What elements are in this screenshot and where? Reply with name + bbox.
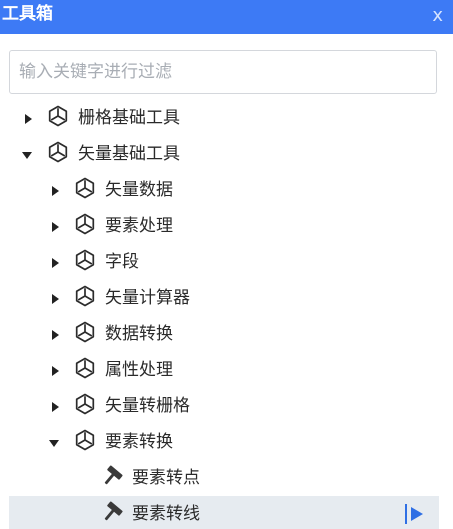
hammer-icon [100,500,124,524]
package-icon [73,176,97,200]
tree-item-label: 数据转换 [105,324,173,344]
caret-down-icon[interactable] [47,424,63,460]
tree-item-label: 矢量数据 [105,180,173,200]
package-icon [73,212,97,236]
tree-item-label: 栅格基础工具 [78,108,180,128]
tree-folder-item[interactable]: 矢量基础工具 [0,136,453,172]
package-icon [73,356,97,380]
tree-folder-item[interactable]: 要素转换 [0,424,453,460]
caret-right-icon[interactable] [47,316,63,352]
close-icon[interactable]: x [432,6,443,26]
caret-right-icon[interactable] [47,172,63,208]
tree-folder-item[interactable]: 栅格基础工具 [0,100,453,136]
run-icon[interactable] [405,504,425,524]
tree-item-label: 要素转换 [105,432,173,452]
caret-right-icon[interactable] [47,388,63,424]
tree-folder-item[interactable]: 矢量转栅格 [0,388,453,424]
toolbox-window: 工具箱 x 栅格基础工具矢量基础工具矢量数据要素处理字段矢量计算器数据转换属性处… [0,0,453,529]
package-icon [73,428,97,452]
title-bar: 工具箱 x [0,0,453,34]
tree-tool-item[interactable]: 要素转线 [9,496,439,529]
caret-right-icon[interactable] [47,352,63,388]
caret-right-icon[interactable] [47,244,63,280]
caret-right-icon[interactable] [47,208,63,244]
package-icon [73,392,97,416]
package-icon [73,248,97,272]
window-title: 工具箱 [2,4,53,24]
tree-item-label: 矢量转栅格 [105,396,190,416]
tree-item-label: 属性处理 [105,360,173,380]
package-icon [73,284,97,308]
tree-folder-item[interactable]: 字段 [0,244,453,280]
tree-item-label: 要素转线 [132,504,200,524]
tree-folder-item[interactable]: 矢量计算器 [0,280,453,316]
search-input[interactable] [9,50,437,94]
caret-down-icon[interactable] [20,136,36,172]
caret-right-icon[interactable] [47,280,63,316]
hammer-icon [100,464,124,488]
tree-folder-item[interactable]: 数据转换 [0,316,453,352]
tree-folder-item[interactable]: 要素处理 [0,208,453,244]
tree-tool-item[interactable]: 要素转点 [0,460,453,496]
tree-folder-item[interactable]: 属性处理 [0,352,453,388]
tree-folder-item[interactable]: 矢量数据 [0,172,453,208]
tree-item-label: 矢量基础工具 [78,144,180,164]
tree-item-label: 字段 [105,252,139,272]
caret-right-icon[interactable] [20,100,36,136]
package-icon [46,104,70,128]
tree-item-label: 要素处理 [105,216,173,236]
package-icon [46,140,70,164]
tree-item-label: 要素转点 [132,468,200,488]
package-icon [73,320,97,344]
tree-item-label: 矢量计算器 [105,288,190,308]
